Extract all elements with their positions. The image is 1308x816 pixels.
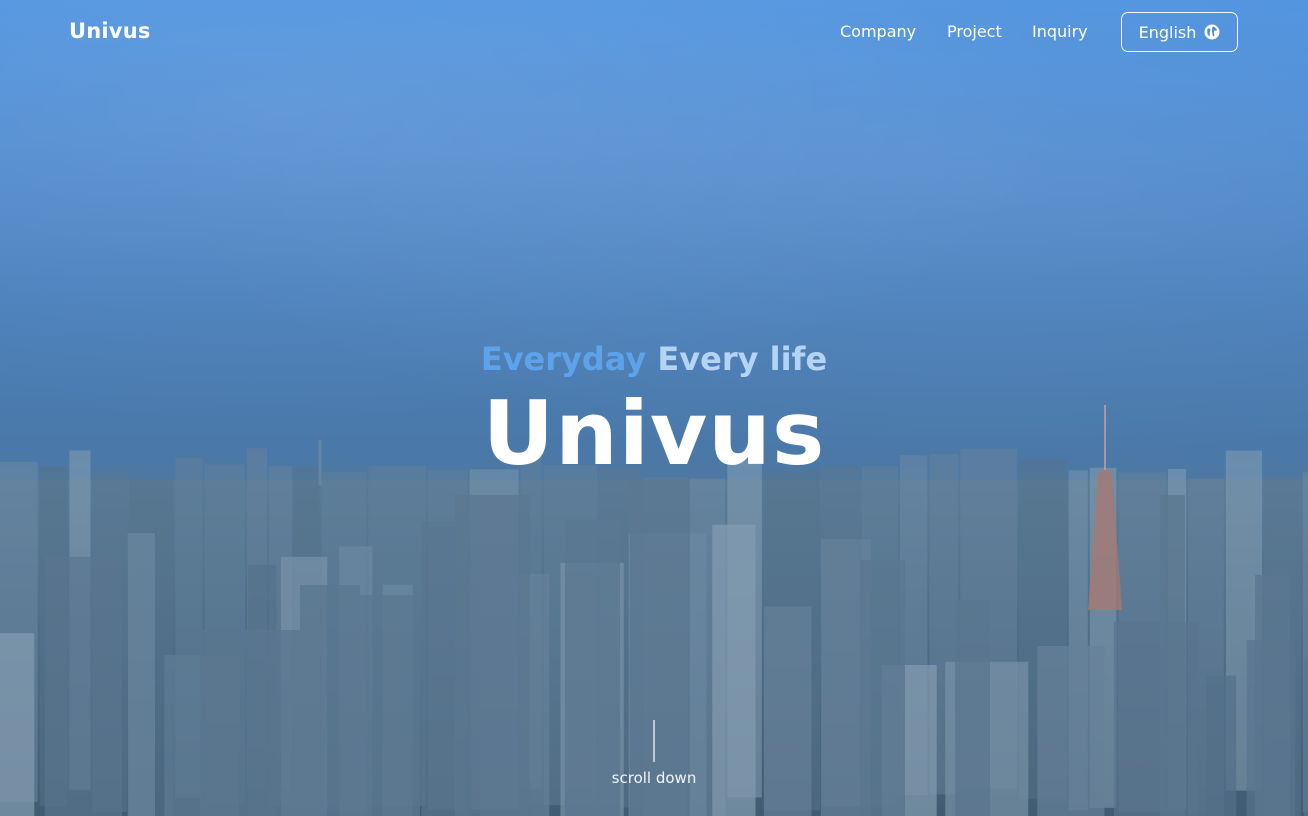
- globe-icon: [1204, 24, 1220, 40]
- top-navigation: Univus Company Project Inquiry English: [0, 0, 1308, 66]
- building-shape: [200, 630, 300, 816]
- scroll-indicator-line: [653, 720, 655, 762]
- nav-link-company[interactable]: Company: [840, 22, 916, 41]
- language-label: English: [1138, 22, 1197, 42]
- language-button[interactable]: English: [1121, 12, 1238, 52]
- building-shape: [0, 633, 35, 816]
- building-shape: [1206, 675, 1237, 816]
- building-shape: [630, 480, 690, 816]
- scroll-down-link[interactable]: scroll down: [0, 769, 1308, 787]
- tagline-everyday: Everyday: [480, 340, 647, 378]
- building-shape: [1160, 495, 1185, 816]
- hero-title: Univus: [482, 382, 826, 485]
- hero-section: Univus Company Project Inquiry English E…: [0, 0, 1308, 816]
- building-shape: [455, 495, 530, 816]
- building-shape: [1037, 645, 1105, 816]
- nav-link-inquiry[interactable]: Inquiry: [1032, 22, 1088, 41]
- nav-link-project[interactable]: Project: [947, 22, 1002, 41]
- hero-tagline: Everyday Every life: [0, 340, 1308, 378]
- nav-menu: Company Project Inquiry: [0, 22, 1308, 46]
- building-shape: [1304, 661, 1308, 816]
- tagline-every-life: Every life: [657, 340, 828, 378]
